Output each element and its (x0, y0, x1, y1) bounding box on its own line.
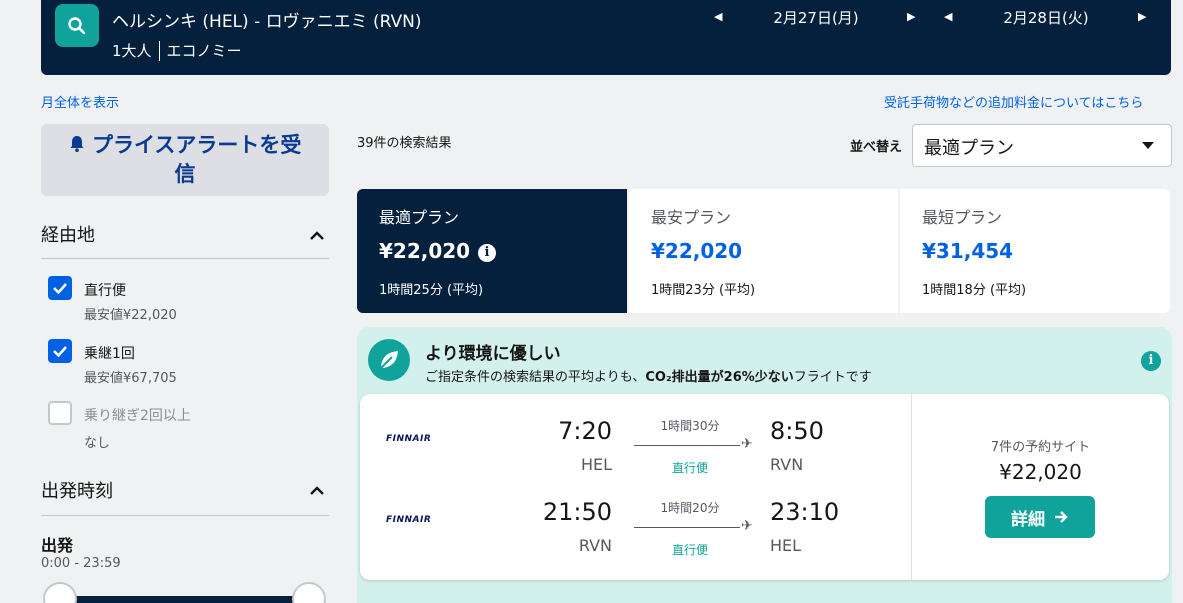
caret-down-icon (1142, 142, 1154, 149)
departure-time-section-title: 出発時刻 (41, 481, 113, 502)
tab-cheapest-name: 最安プラン (651, 208, 732, 227)
chevron-up-icon[interactable] (307, 481, 327, 501)
prev-date-icon[interactable]: ◀ (714, 10, 722, 23)
one-stop-label[interactable]: 乗継1回 (84, 343, 135, 363)
depart-date[interactable]: 2月27日(月) (741, 7, 891, 28)
tab-cheapest[interactable]: 最安プラン ¥22,020 1時間23分 (平均) (629, 189, 898, 313)
search-icon (68, 16, 86, 34)
return-date-control: ◀ 2月28日(火) ▶ (944, 7, 1154, 29)
checkmark-icon (53, 346, 67, 358)
eco-description: ご指定条件の検索結果の平均よりも、CO₂排出量が26%少ないフライトです (425, 370, 872, 385)
flight-result-card[interactable]: FINNAIR 7:20 HEL 1時間30分 ✈ 直行便 8:50 RVN F… (360, 394, 1169, 580)
airline-logo: FINNAIR (386, 515, 432, 525)
direct-label[interactable]: 直行便 (84, 280, 126, 300)
passengers-text: 1大人 (112, 42, 152, 60)
search-button[interactable] (55, 4, 99, 47)
route-text: ヘルシンキ (HEL) - ロヴァニエミ (RVN) (112, 12, 422, 32)
price-alert-label: プライスアラートを受信 (91, 133, 302, 186)
tab-fastest-duration: 1時間18分 (平均) (922, 283, 1027, 298)
direct-checkbox[interactable] (48, 276, 72, 300)
divider (41, 258, 329, 259)
two-plus-stops-label[interactable]: 乗り継ぎ2回以上 (84, 405, 191, 425)
info-icon[interactable]: i (1141, 351, 1161, 371)
sort-label: 並べ替え (850, 140, 903, 155)
inbound-dep-time: 21:50 (542, 498, 612, 526)
tab-best-duration: 1時間25分 (平均) (379, 283, 484, 298)
inbound-arr-code: HEL (770, 536, 802, 555)
tab-fastest-name: 最短プラン (922, 208, 1003, 227)
depart-date-control: ◀ 2月27日(月) ▶ (711, 7, 921, 29)
baggage-fees-link[interactable]: 受託手荷物などの追加料金についてはこちら (884, 92, 1143, 111)
sort-select[interactable]: 最適プラン (912, 124, 1172, 167)
detail-label: 詳細 (1011, 509, 1045, 530)
tab-best-name: 最適プラン (379, 208, 460, 227)
sort-value: 最適プラン (924, 138, 1014, 159)
one-stop-min-price: 最安値¥67,705 (84, 371, 177, 386)
month-view-link[interactable]: 月全体を表示 (41, 92, 119, 111)
arrow-right-icon (1055, 511, 1068, 523)
airline-logo: FINNAIR (386, 434, 432, 444)
two-plus-stops-min-price: なし (84, 436, 111, 451)
tab-cheapest-duration: 1時間23分 (平均) (651, 283, 756, 298)
tab-fastest-price: ¥31,454 (922, 239, 1014, 263)
next-date-icon[interactable]: ▶ (1138, 10, 1146, 23)
next-date-icon[interactable]: ▶ (907, 10, 915, 23)
info-icon[interactable]: i (478, 244, 496, 262)
divider (911, 394, 912, 580)
plane-icon: ✈ (741, 436, 753, 452)
divider (158, 40, 160, 61)
prev-date-icon[interactable]: ◀ (944, 10, 952, 23)
one-stop-checkbox[interactable] (48, 339, 72, 363)
inbound-stops: 直行便 (671, 543, 708, 557)
search-summary-bar[interactable]: ヘルシンキ (HEL) - ロヴァニエミ (RVN) 1大人 エコノミー ◀ 2… (41, 0, 1171, 75)
results-count: 39件の検索結果 (357, 136, 452, 151)
departure-label: 出発 (41, 536, 74, 555)
leaf-icon (368, 339, 410, 381)
outbound-stops: 直行便 (671, 461, 708, 475)
eco-title: より環境に優しい (425, 344, 561, 364)
divider (41, 515, 329, 516)
plane-icon: ✈ (741, 518, 753, 534)
checkmark-icon (53, 283, 67, 295)
chevron-up-icon[interactable] (307, 226, 327, 246)
tab-cheapest-price: ¥22,020 (651, 239, 743, 263)
price-alert-button[interactable]: プライスアラートを受信 (41, 124, 329, 196)
bell-icon (70, 136, 84, 152)
detail-button[interactable]: 詳細 (985, 496, 1095, 538)
cabin-text: エコノミー (166, 42, 242, 60)
stops-section-title: 経由地 (41, 225, 95, 246)
booking-sites-count: 7件の予約サイト (990, 440, 1091, 455)
route-line (634, 527, 740, 528)
outbound-duration: 1時間30分 (660, 419, 720, 433)
tab-fastest[interactable]: 最短プラン ¥31,454 1時間18分 (平均) (900, 189, 1170, 313)
tab-best-price: ¥22,020 (379, 239, 471, 263)
next-result-card (357, 598, 1172, 603)
outbound-arr-code: RVN (770, 455, 804, 474)
inbound-dep-code: RVN (578, 536, 612, 555)
inbound-arr-time: 23:10 (770, 498, 840, 526)
return-date[interactable]: 2月28日(火) (971, 7, 1121, 28)
departure-range: 0:00 - 23:59 (41, 556, 121, 571)
slider-min-handle[interactable] (43, 582, 77, 603)
tab-best[interactable]: 最適プラン ¥22,020 i 1時間25分 (平均) (357, 189, 627, 313)
outbound-arr-time: 8:50 (770, 417, 824, 445)
route-line (634, 445, 740, 446)
direct-min-price: 最安値¥22,020 (84, 308, 177, 323)
outbound-dep-time: 7:20 (558, 417, 612, 445)
two-plus-stops-checkbox[interactable] (48, 401, 72, 425)
result-price: ¥22,020 (999, 460, 1082, 484)
inbound-duration: 1時間20分 (660, 501, 720, 515)
slider-max-handle[interactable] (292, 582, 326, 603)
outbound-dep-code: HEL (580, 455, 612, 474)
departure-time-slider[interactable] (62, 596, 310, 603)
